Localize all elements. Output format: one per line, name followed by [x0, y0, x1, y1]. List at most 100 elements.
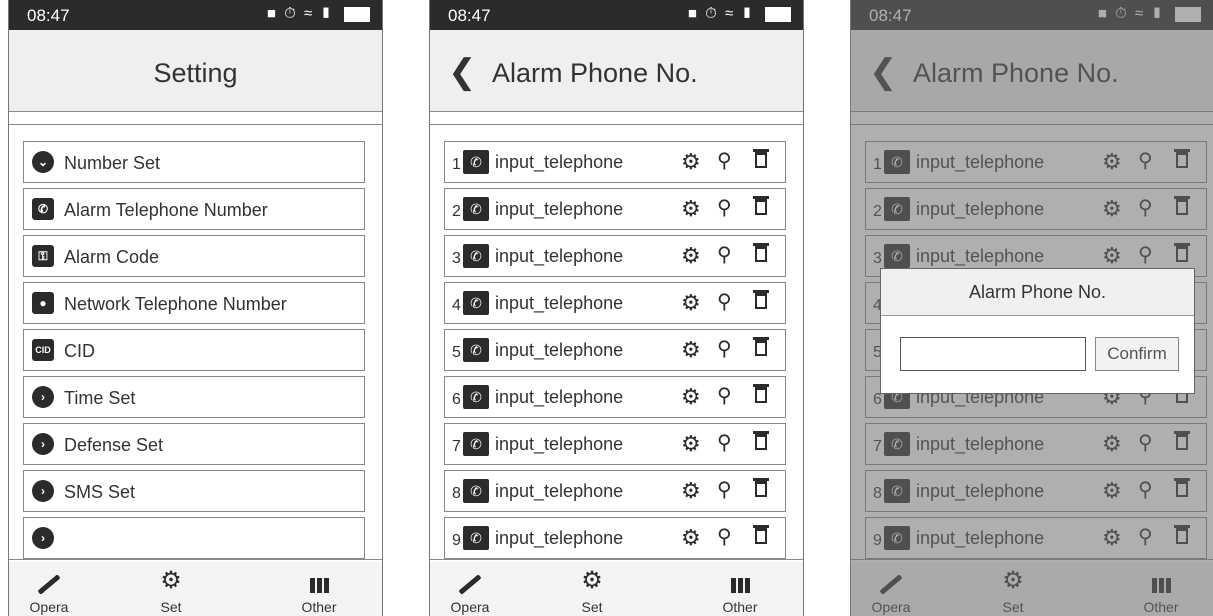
search-icon[interactable]: ⚲: [717, 430, 732, 455]
phone-icon: ✆: [463, 432, 489, 456]
settings-gear-icon[interactable]: ⚙: [681, 337, 701, 363]
phone-input-dialog: Alarm Phone No. Confirm: [880, 268, 1195, 394]
telephone-input[interactable]: input_telephone: [495, 340, 623, 361]
search-icon[interactable]: ⚲: [717, 195, 732, 220]
trash-icon[interactable]: [753, 337, 769, 356]
grid-bars-icon: [730, 572, 751, 600]
telephone-input[interactable]: input_telephone: [495, 481, 623, 502]
bottom-tab-bar: Opera ⚙ Set Other: [430, 562, 803, 616]
grid-bars-icon: [309, 572, 330, 600]
tab-other-label: Other: [301, 599, 337, 615]
row-number: 4: [452, 297, 461, 314]
row-number: 9: [452, 532, 461, 549]
search-icon[interactable]: ⚲: [717, 289, 732, 314]
gear-icon: ⚙: [581, 567, 603, 594]
mute-icon: ■: [687, 5, 699, 22]
menu-item-network-telephone-number[interactable]: ● Network Telephone Number: [23, 282, 365, 324]
menu-item-defense-set[interactable]: › Defense Set: [23, 423, 365, 465]
unlock-icon: ⚿: [32, 245, 54, 267]
page-title: Alarm Phone No.: [492, 58, 698, 88]
trash-icon[interactable]: [753, 431, 769, 450]
alarm-phone-dialog-screen: 08:47 ■ ⏱ ≈ ▮ ❮ Alarm Phone No. 1 ✆ inpu…: [850, 0, 1213, 616]
row-number: 5: [452, 344, 461, 361]
settings-gear-icon[interactable]: ⚙: [681, 525, 701, 551]
settings-gear-icon[interactable]: ⚙: [681, 196, 701, 222]
trash-icon[interactable]: [753, 149, 769, 168]
search-icon[interactable]: ⚲: [717, 524, 732, 549]
battery-icon: [765, 6, 791, 22]
menu-item-label: Network Telephone Number: [64, 294, 287, 314]
tab-opera-label: Opera: [450, 599, 490, 615]
alarm-phone-list: 1 ✆ input_telephone ⚙ ⚲ 2 ✆ input_teleph…: [430, 124, 803, 560]
title-bar: ❮ Alarm Phone No.: [430, 30, 803, 112]
telephone-input[interactable]: input_telephone: [495, 434, 623, 455]
row-number: 1: [452, 156, 461, 173]
menu-item-label: Alarm Code: [64, 247, 160, 267]
tab-set[interactable]: ⚙ Set: [131, 562, 211, 616]
search-icon[interactable]: ⚲: [717, 383, 732, 408]
signal-icon: ▮: [320, 5, 334, 22]
menu-item-alarm-telephone-number[interactable]: ✆ Alarm Telephone Number: [23, 188, 365, 230]
menu-item-label: Time Set: [64, 388, 136, 408]
settings-gear-icon[interactable]: ⚙: [681, 290, 701, 316]
tab-opera-label: Opera: [29, 599, 69, 615]
menu-item-cid[interactable]: CID CID: [23, 329, 365, 371]
menu-item-time-set[interactable]: › Time Set: [23, 376, 365, 418]
telephone-input[interactable]: input_telephone: [495, 199, 623, 220]
row-number: 7: [452, 438, 461, 455]
confirm-button[interactable]: Confirm: [1095, 337, 1179, 371]
menu-item-alarm-code[interactable]: ⚿ Alarm Code: [23, 235, 365, 277]
phone-icon: ✆: [463, 197, 489, 221]
gear-icon: ⚙: [160, 567, 182, 594]
chevron-right-circle-icon: ›: [32, 386, 54, 408]
settings-gear-icon[interactable]: ⚙: [681, 478, 701, 504]
search-icon[interactable]: ⚲: [717, 242, 732, 267]
search-icon[interactable]: ⚲: [717, 148, 732, 173]
phone-row: 8 ✆ input_telephone ⚙ ⚲: [444, 470, 786, 512]
trash-icon[interactable]: [753, 196, 769, 215]
dialog-title: Alarm Phone No.: [881, 269, 1194, 316]
tab-set-label: Set: [160, 599, 182, 615]
user-icon: ●: [32, 292, 54, 314]
menu-item-number-set[interactable]: ⌄ Number Set: [23, 141, 365, 183]
phone-row: 9 ✆ input_telephone ⚙ ⚲: [444, 517, 786, 559]
trash-icon[interactable]: [753, 290, 769, 309]
wifi-icon: ≈: [725, 5, 736, 22]
tab-opera[interactable]: Opera: [430, 562, 510, 616]
setting-screen: 08:47 ■ ⏱ ≈ ▮ Setting ⌄ Number Set ✆ Ala…: [8, 0, 383, 616]
search-icon[interactable]: ⚲: [717, 336, 732, 361]
telephone-input[interactable]: input_telephone: [495, 387, 623, 408]
settings-gear-icon[interactable]: ⚙: [681, 149, 701, 175]
settings-gear-icon[interactable]: ⚙: [681, 384, 701, 410]
telephone-input[interactable]: input_telephone: [495, 293, 623, 314]
menu-item-label: CID: [64, 341, 95, 361]
telephone-input[interactable]: input_telephone: [495, 246, 623, 267]
row-number: 2: [452, 203, 461, 220]
status-bar: 08:47 ■ ⏱ ≈ ▮: [9, 0, 382, 30]
trash-icon[interactable]: [753, 243, 769, 262]
phone-icon: ✆: [463, 244, 489, 268]
phone-icon: ✆: [463, 385, 489, 409]
tab-set[interactable]: ⚙ Set: [552, 562, 632, 616]
back-arrow-icon[interactable]: ❮: [448, 52, 477, 92]
settings-gear-icon[interactable]: ⚙: [681, 243, 701, 269]
telephone-input[interactable]: input_telephone: [495, 152, 623, 173]
trash-icon[interactable]: [753, 384, 769, 403]
menu-item-more[interactable]: ›: [23, 517, 365, 559]
search-icon[interactable]: ⚲: [717, 477, 732, 502]
tab-other[interactable]: Other: [700, 562, 780, 616]
tab-opera[interactable]: Opera: [9, 562, 89, 616]
phone-row: 1 ✆ input_telephone ⚙ ⚲: [444, 141, 786, 183]
menu-item-sms-set[interactable]: › SMS Set: [23, 470, 365, 512]
telephone-input[interactable]: input_telephone: [495, 528, 623, 549]
tab-other-label: Other: [722, 599, 758, 615]
tab-set-label: Set: [581, 599, 603, 615]
settings-gear-icon[interactable]: ⚙: [681, 431, 701, 457]
phone-icon: ✆: [463, 150, 489, 174]
phone-icon: ✆: [463, 338, 489, 362]
tab-other[interactable]: Other: [279, 562, 359, 616]
trash-icon[interactable]: [753, 478, 769, 497]
mute-icon: ■: [266, 5, 278, 22]
phone-number-input[interactable]: [900, 337, 1086, 371]
trash-icon[interactable]: [753, 525, 769, 544]
